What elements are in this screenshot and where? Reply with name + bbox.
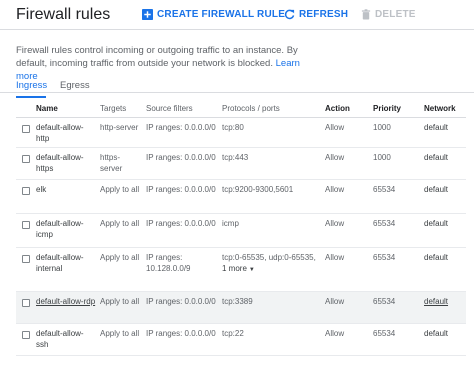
column-header-priority[interactable]: Priority [373,104,413,113]
rule-targets: Apply to all [100,185,140,194]
rule-action: Allow [325,185,345,194]
rule-network[interactable]: default [424,329,464,340]
rule-source-filters: IP ranges: 0.0.0.0/0 [146,329,216,338]
rule-network[interactable]: default [424,185,464,196]
rule-name[interactable]: default-allow-https [36,153,96,174]
column-header-network[interactable]: Network [424,104,464,113]
add-box-icon [142,9,153,20]
rule-name[interactable]: elk [36,185,96,196]
rule-source-filters: IP ranges: 0.0.0.0/0 [146,297,216,306]
rule-name[interactable]: default-allow-rdp [36,297,96,308]
table-row[interactable]: default-allow-rdp Apply to all IP ranges… [16,292,466,324]
rule-targets: Apply to all [100,253,140,262]
tab-egress[interactable]: Egress [60,80,90,97]
rule-name[interactable]: default-allow-ssh [36,329,96,350]
table-header: Name Targets Source filters Protocols / … [16,100,466,118]
rule-protocols: tcp:3389 [222,297,253,306]
rule-action: Allow [325,329,345,338]
header-bar: Firewall rules CREATE FIREWALL RULE REFR… [0,0,474,30]
rule-network[interactable]: default [424,153,464,164]
rule-network[interactable]: default [424,253,464,264]
column-header-source-filters[interactable]: Source filters [146,104,216,113]
description-text: Firewall rules control incoming or outgo… [16,45,298,69]
rule-protocols: tcp:22 [222,329,244,338]
rule-source-filters: IP ranges: 0.0.0.0/0 [146,153,216,162]
column-header-action[interactable]: Action [325,104,365,113]
rule-protocols-text: tcp:0-65535, udp:0-65535, [222,253,316,262]
rule-priority: 1000 [373,123,391,132]
rule-protocols: tcp:443 [222,153,249,162]
active-tab-indicator [16,96,46,98]
rule-action: Allow [325,153,345,162]
rule-action: Allow [325,219,345,228]
delete-button[interactable]: DELETE [361,9,416,20]
refresh-label: REFRESH [299,9,349,20]
tab-ingress[interactable]: Ingress [16,80,47,97]
refresh-button[interactable]: REFRESH [284,9,348,20]
firewall-rules-table: Name Targets Source filters Protocols / … [16,100,466,356]
page-title: Firewall rules [16,6,111,23]
column-header-name[interactable]: Name [36,104,96,113]
rule-name[interactable]: default-allow-internal [36,253,96,274]
table-row[interactable]: default-allow-http http-server IP ranges… [16,118,466,148]
rule-protocols: icmp [222,219,239,228]
row-checkbox[interactable] [22,299,30,307]
table-row[interactable]: default-allow-ssh Apply to all IP ranges… [16,324,466,356]
more-protocols-label: 1 more [222,263,247,273]
rule-protocols: tcp:0-65535, udp:0-65535, 1 more ▼ [222,253,322,275]
refresh-icon [284,9,295,20]
rule-targets: Apply to all [100,329,140,338]
caret-down-icon: ▼ [248,266,255,273]
rule-priority: 65534 [373,253,396,262]
rule-targets: https-server [100,153,123,173]
table-row[interactable]: elk Apply to all IP ranges: 0.0.0.0/0 tc… [16,180,466,214]
rule-targets: Apply to all [100,219,140,228]
rule-targets: Apply to all [100,297,140,306]
rule-source-filters: IP ranges: 0.0.0.0/0 [146,123,216,132]
column-header-protocols-ports[interactable]: Protocols / ports [222,104,322,113]
create-firewall-rule-button[interactable]: CREATE FIREWALL RULE [142,9,285,20]
rule-name[interactable]: default-allow-icmp [36,219,96,240]
rule-priority: 1000 [373,153,391,162]
rule-source-filters: IP ranges: 0.0.0.0/0 [146,219,216,228]
rule-priority: 65534 [373,329,396,338]
row-checkbox[interactable] [22,155,30,163]
rule-priority: 65534 [373,219,396,228]
rule-action: Allow [325,253,345,262]
show-more-protocols-button[interactable]: 1 more ▼ [222,264,255,273]
rule-targets: http-server [100,123,139,132]
row-checkbox[interactable] [22,187,30,195]
delete-label: DELETE [375,9,416,20]
rule-source-filters: IP ranges: 0.0.0.0/0 [146,185,216,194]
row-checkbox[interactable] [22,255,30,263]
page-description: Firewall rules control incoming or outgo… [16,44,316,83]
row-checkbox[interactable] [22,125,30,133]
tab-divider [0,92,474,93]
tab-bar: Ingress Egress [16,80,474,102]
rule-network[interactable]: default [424,297,464,308]
rule-priority: 65534 [373,185,396,194]
row-checkbox[interactable] [22,221,30,229]
column-header-targets[interactable]: Targets [100,104,140,113]
rule-network[interactable]: default [424,219,464,230]
rule-source-filters: IP ranges: 10.128.0.0/9 [146,253,191,273]
rule-network[interactable]: default [424,123,464,134]
create-firewall-rule-label: CREATE FIREWALL RULE [157,9,286,20]
rule-action: Allow [325,297,345,306]
rule-protocols: tcp:80 [222,123,244,132]
rule-priority: 65534 [373,297,396,306]
rule-protocols: tcp:9200-9300,5601 [222,185,294,194]
table-row[interactable]: default-allow-internal Apply to all IP r… [16,248,466,292]
rule-action: Allow [325,123,345,132]
rule-name[interactable]: default-allow-http [36,123,96,144]
trash-icon [361,9,371,20]
table-row[interactable]: default-allow-icmp Apply to all IP range… [16,214,466,248]
table-row[interactable]: default-allow-https https-server IP rang… [16,148,466,180]
row-checkbox[interactable] [22,331,30,339]
